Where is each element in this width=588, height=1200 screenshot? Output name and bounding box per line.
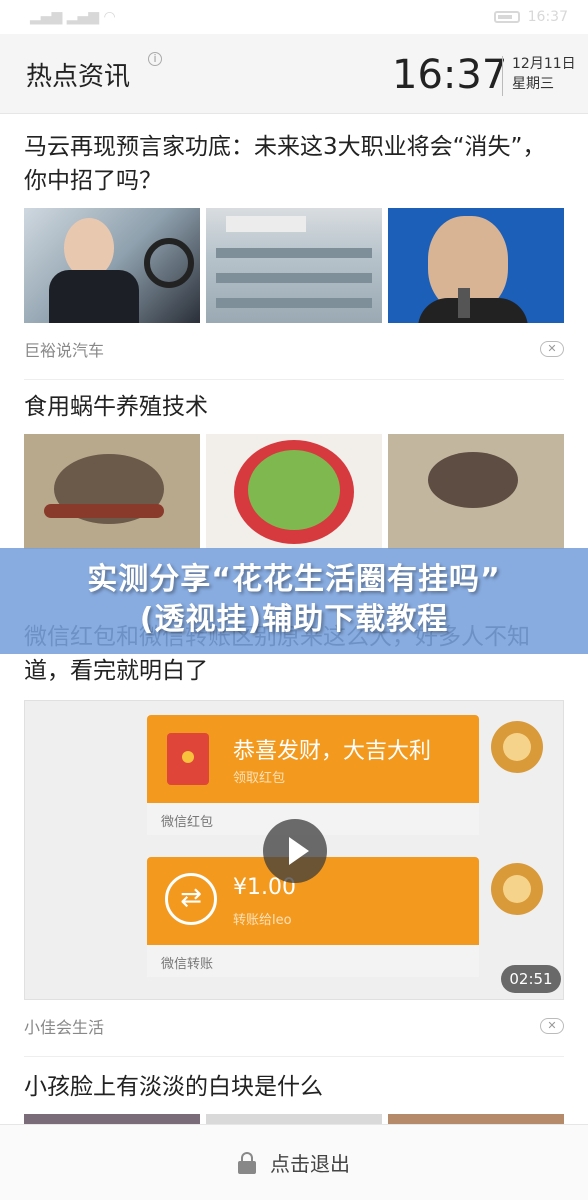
snail-ground-photo[interactable] — [388, 434, 564, 549]
dismiss-icon[interactable]: ✕ — [540, 341, 564, 357]
lion-icon — [491, 863, 543, 915]
status-bar: ▂▄▆ ▂▄▆ ◠ 16:37 — [0, 0, 588, 34]
play-icon[interactable] — [263, 819, 327, 883]
red-packet-card: 恭喜发财，大吉大利 领取红包 微信红包 — [147, 715, 479, 835]
overlay-line-1: 实测分享“花花生活圈有挂吗” — [87, 562, 501, 597]
driver-photo[interactable] — [24, 208, 200, 323]
lion-icon — [491, 721, 543, 773]
clock: 16:37 — [392, 52, 508, 98]
promo-overlay-banner: 实测分享“花花生活圈有挂吗” (透视挂)辅助下载教程 — [0, 548, 588, 654]
header-divider — [502, 56, 503, 96]
news-item[interactable]: 微信红包和微信转账区别原来这么大，好多人不知道，看完就明白了 恭喜发财，大吉大利… — [0, 620, 588, 1057]
office-photo[interactable] — [206, 208, 382, 323]
unlock-icon — [238, 1151, 256, 1174]
news-headline[interactable]: 小孩脸上有淡淡的白块是什么 — [0, 1070, 588, 1104]
news-headline[interactable]: 马云再现预言家功底：未来这3大职业将会“消失”，你中招了吗？ — [0, 130, 588, 198]
status-time: 16:37 — [527, 9, 568, 25]
snail-bowl-photo[interactable] — [206, 434, 382, 549]
transfer-icon: ⇄ — [165, 873, 217, 925]
exit-button[interactable]: 点击退出 — [270, 1148, 350, 1177]
divider — [24, 1056, 564, 1057]
battery-icon — [493, 11, 520, 23]
news-item[interactable]: 食用蜗牛养殖技术 — [0, 390, 588, 549]
date-block: 12月11日 星期三 — [512, 54, 576, 94]
red-envelope-icon — [167, 733, 209, 785]
news-headline[interactable]: 食用蜗牛养殖技术 — [0, 390, 588, 424]
signal-icon: ▂▄▆ ▂▄▆ ◠ — [30, 9, 116, 25]
speaker-photo[interactable] — [388, 208, 564, 323]
page-title: 热点资讯 — [26, 62, 131, 92]
dismiss-icon[interactable]: ✕ — [540, 1018, 564, 1034]
news-item[interactable]: 马云再现预言家功底：未来这3大职业将会“消失”，你中招了吗？ 巨裕说汽车 ✕ — [0, 130, 588, 380]
exit-bar[interactable]: 点击退出 — [0, 1124, 588, 1200]
snail-photo[interactable] — [24, 434, 200, 549]
news-source: 小佳会生活 — [24, 1018, 105, 1037]
info-icon[interactable]: i — [148, 52, 162, 66]
video-player[interactable]: 恭喜发财，大吉大利 领取红包 微信红包 ⇄ ¥1.00 转账给leo 微信转账 … — [24, 700, 564, 1000]
overlay-line-2: (透视挂)辅助下载教程 — [139, 602, 449, 637]
weekday-text: 星期三 — [512, 76, 554, 92]
divider — [24, 379, 564, 380]
news-source: 巨裕说汽车 — [24, 341, 105, 360]
header: 热点资讯 i 16:37 12月11日 星期三 — [0, 34, 588, 114]
video-duration: 02:51 — [501, 965, 561, 993]
date-text: 12月11日 — [512, 56, 576, 72]
